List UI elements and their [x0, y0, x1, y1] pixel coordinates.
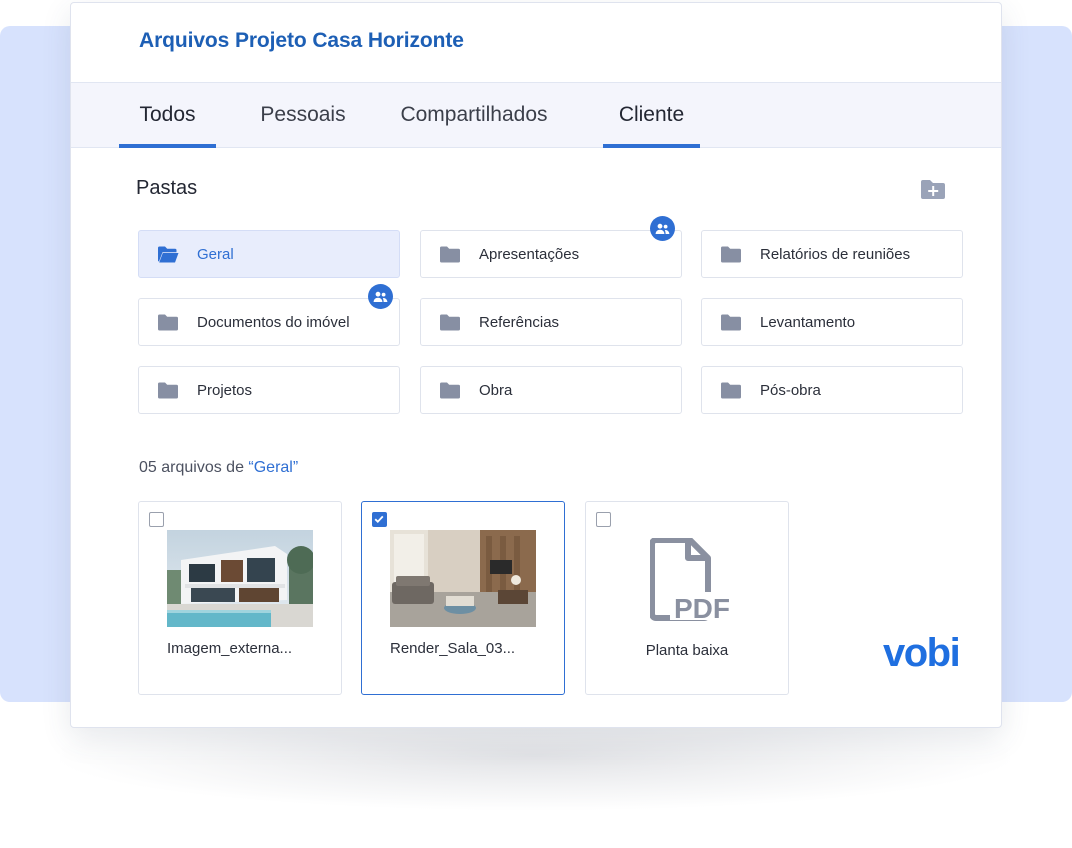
folder-label: Levantamento [760, 314, 856, 331]
folder-label: Obra [479, 382, 513, 399]
folder-icon [721, 382, 741, 399]
folder-label: Referências [479, 314, 560, 331]
folder-item-projetos[interactable]: Projetos [138, 366, 400, 414]
file-checkbox[interactable] [596, 512, 611, 527]
file-card-imagem-externa[interactable]: Imagem_externa... [138, 501, 342, 695]
file-card-render-sala[interactable]: Render_Sala_03... [361, 501, 565, 695]
vobi-logo: vobi [883, 631, 961, 675]
folder-item-documentos[interactable]: Documentos do imóvel [138, 298, 400, 346]
tab-compartilhados[interactable]: Compartilhados [387, 83, 561, 147]
folders-section-title: Pastas [136, 177, 198, 199]
folder-label: Pós-obra [760, 382, 821, 399]
folder-icon [440, 314, 460, 331]
files-count-caption: 05 arquivos de “Geral” [139, 459, 298, 477]
folder-item-obra[interactable]: Obra [420, 366, 682, 414]
file-thumbnail-exterior [167, 530, 313, 627]
users-icon [655, 223, 670, 234]
folder-label: Relatórios de reuniões [760, 246, 911, 263]
file-checkbox-checked[interactable] [372, 512, 387, 527]
folder-item-levantamento[interactable]: Levantamento [701, 298, 963, 346]
tab-label: Compartilhados [400, 103, 548, 126]
folder-label: Documentos do imóvel [197, 314, 350, 331]
new-folder-button[interactable] [919, 177, 947, 201]
folder-label: Geral [197, 246, 234, 263]
folder-icon [158, 314, 178, 331]
folder-item-relatorios[interactable]: Relatórios de reuniões [701, 230, 963, 278]
tab-pessoais[interactable]: Pessoais [251, 83, 355, 147]
file-name: Imagem_externa... [167, 640, 293, 657]
folder-label: Apresentações [479, 246, 580, 263]
tab-label: Pessoais [260, 103, 346, 126]
current-folder-ref: “Geral” [248, 459, 299, 476]
files-count-text: 05 arquivos de [139, 459, 249, 476]
folder-icon [440, 246, 460, 263]
folder-label: Projetos [197, 382, 253, 399]
folder-icon [721, 314, 741, 331]
tab-bar: Todos Pessoais Compartilhados Cliente [71, 82, 1001, 148]
file-card-planta-baixa[interactable]: PDF Planta baixa [585, 501, 789, 695]
check-icon [374, 515, 384, 523]
folder-plus-icon [921, 180, 945, 199]
folder-item-pos-obra[interactable]: Pós-obra [701, 366, 963, 414]
tab-todos[interactable]: Todos [119, 83, 216, 148]
file-name: Planta baixa [645, 642, 729, 659]
tab-active-indicator [119, 144, 216, 148]
tab-label: Cliente [618, 103, 685, 126]
page-title: Arquivos Projeto Casa Horizonte [139, 29, 464, 52]
file-checkbox[interactable] [149, 512, 164, 527]
tab-label: Todos [139, 103, 196, 126]
folder-item-apresentacoes[interactable]: Apresentações [420, 230, 682, 278]
pdf-label: PDF [674, 593, 730, 622]
folder-icon [158, 382, 178, 399]
files-card: Arquivos Projeto Casa Horizonte Todos Pe… [70, 2, 1002, 728]
users-icon [373, 291, 388, 302]
shared-users-badge [368, 284, 393, 309]
folder-icon [440, 382, 460, 399]
folder-icon [721, 246, 741, 263]
open-folder-icon [158, 246, 179, 263]
file-thumbnail-living-room [390, 530, 536, 627]
shared-users-badge [650, 216, 675, 241]
file-name: Render_Sala_03... [390, 640, 516, 657]
tab-cliente[interactable]: Cliente [603, 83, 700, 148]
tab-active-indicator [603, 144, 700, 148]
folder-item-geral[interactable]: Geral [138, 230, 400, 278]
folder-item-referencias[interactable]: Referências [420, 298, 682, 346]
pdf-file-icon: PDF [650, 538, 732, 622]
